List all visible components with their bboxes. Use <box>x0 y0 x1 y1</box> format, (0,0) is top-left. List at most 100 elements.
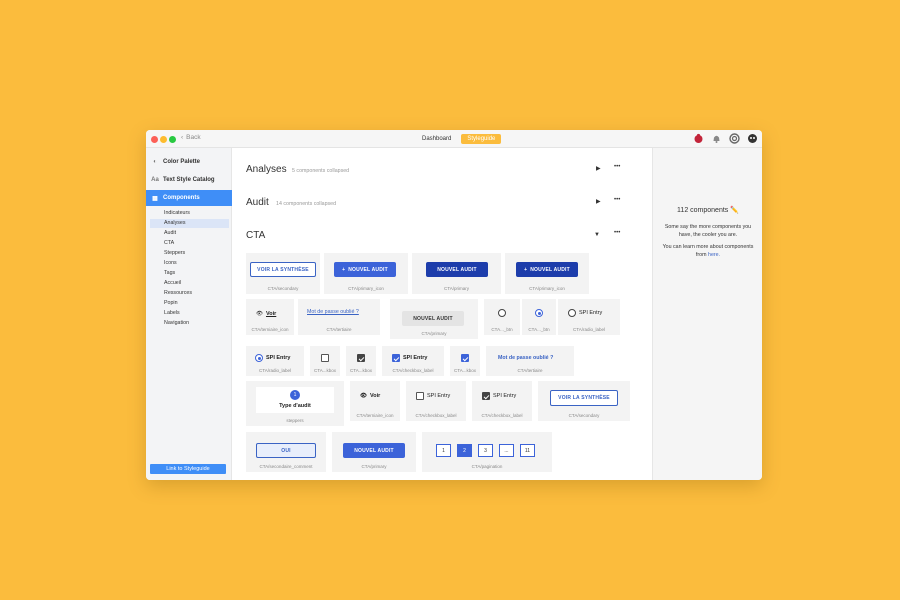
checkbox-label[interactable]: SPI Entry <box>482 392 516 400</box>
component-caption: CTA/primary <box>421 331 447 336</box>
stepper: 1 Type d'audit <box>256 387 334 413</box>
sidebar-item-text-style-catalog[interactable]: Aa Text Style Catalog <box>146 172 232 188</box>
section-title-audit[interactable]: Audit <box>246 197 269 208</box>
radio-label[interactable]: SPI Entry <box>568 309 602 317</box>
pagination-page[interactable]: 3 <box>478 444 493 457</box>
component-card: CTA..._btn <box>522 299 556 335</box>
forgot-password-link[interactable]: Mot de passe oublié ? <box>498 355 553 361</box>
close-window-button[interactable] <box>151 136 158 143</box>
component-card: Mot de passe oublié ? CTA/tertiaire <box>298 299 380 335</box>
checkbox[interactable] <box>321 354 329 362</box>
checkbox-checked[interactable] <box>357 354 365 362</box>
component-card: CTA...kbox <box>310 346 340 376</box>
sidebar-subitem-steppers[interactable]: Steppers <box>150 249 229 258</box>
radio-label[interactable]: SPI Entry <box>255 354 290 362</box>
minimize-window-button[interactable] <box>160 136 167 143</box>
sidebar-subitem-ressources[interactable]: Ressources <box>150 289 229 298</box>
voir-la-synthese-button[interactable]: VOIR LA SYNTHÈSE <box>250 262 316 277</box>
nouvel-audit-button[interactable]: NOUVEL AUDIT <box>343 443 405 458</box>
section-subtitle-audit: 14 components collapsed <box>276 201 337 207</box>
sidebar-subitem-audit[interactable]: Audit <box>150 229 229 238</box>
component-caption: CTA/tertiaire <box>326 327 352 332</box>
more-icon[interactable]: ••• <box>614 197 620 203</box>
component-caption: CTA/radio_label <box>259 368 291 373</box>
component-card: CTA...kbox <box>450 346 480 376</box>
voir-button[interactable]: 👁 Voir <box>256 311 276 317</box>
eye-icon: 👁 <box>256 311 263 317</box>
sidebar-subitem-tags[interactable]: Tags <box>150 269 229 278</box>
play-icon[interactable]: ▶ <box>596 198 601 205</box>
component-card: 1 Type d'audit steppers <box>246 381 344 426</box>
component-caption: CTA/secondary <box>267 286 299 291</box>
stepper-step-number[interactable]: 1 <box>290 390 300 400</box>
component-card: SPI Entry CTA/radio_label <box>246 346 304 376</box>
tab-dashboard[interactable]: Dashboard <box>416 134 457 144</box>
voir-button[interactable]: 👁 Voir <box>360 393 380 399</box>
component-caption: CTA/primary <box>361 464 387 469</box>
nouvel-audit-button[interactable]: NOUVEL AUDIT <box>402 311 464 326</box>
component-card: OUI CTA/secondaire_comment <box>246 432 326 472</box>
component-caption: CTA/secondaire_comment <box>259 464 313 469</box>
play-icon[interactable]: ▶ <box>596 165 601 172</box>
maximize-window-button[interactable] <box>169 136 176 143</box>
app-window: ‹ Back Dashboard Styleguide ◐ Color Palett… <box>146 130 762 480</box>
forgot-password-link[interactable]: Mot de passe oublié ? <box>307 309 359 315</box>
sidebar-subitem-icons[interactable]: Icons <box>150 259 229 268</box>
sidebar-subitem-cta[interactable]: CTA <box>150 239 229 248</box>
palette-icon: ◐ <box>153 159 157 165</box>
checkbox-checked[interactable] <box>392 354 400 362</box>
more-icon[interactable]: ••• <box>614 230 620 236</box>
checkbox-checked[interactable] <box>482 392 490 400</box>
pagination-page[interactable]: 1 <box>436 444 451 457</box>
sidebar-subitem-popin[interactable]: Popin <box>150 299 229 308</box>
section-subtitle-analyses: 5 components collapsed <box>292 168 350 174</box>
learn-more-link[interactable]: here. <box>708 252 720 258</box>
component-caption: CTA/tertiaire <box>517 368 543 373</box>
nouvel-audit-button[interactable]: + NOUVEL AUDIT <box>334 262 396 277</box>
component-card: Mot de passe oublié ? CTA/tertiaire <box>486 346 574 376</box>
sidebar-subitem-indicateurs[interactable]: Indicateurs <box>150 209 229 218</box>
sidebar-subitem-navigation[interactable]: Navigation <box>150 319 229 328</box>
avatar-icon[interactable] <box>747 133 758 144</box>
nouvel-audit-button[interactable]: NOUVEL AUDIT <box>426 262 488 277</box>
more-icon[interactable]: ••• <box>614 164 620 170</box>
sidebar-item-color-palette[interactable]: ◐ Color Palette <box>146 154 232 170</box>
checkbox-checked[interactable] <box>461 354 469 362</box>
link-to-styleguide-button[interactable]: Link to Styleguide <box>150 464 226 474</box>
component-card: + NOUVEL AUDIT CTA/primary_icon <box>505 253 589 294</box>
radio-button-selected[interactable] <box>255 354 263 362</box>
radio-button[interactable] <box>498 309 506 317</box>
title-bar: ‹ Back Dashboard Styleguide <box>146 130 762 148</box>
sidebar-subitem-accueil[interactable]: Accueil <box>150 279 229 288</box>
pagination-page[interactable]: 11 <box>520 444 535 457</box>
section-title-cta[interactable]: CTA <box>246 230 265 241</box>
component-caption: CTA/checkbox_label <box>392 368 434 373</box>
sidebar-subitem-analyses[interactable]: Analyses <box>150 219 229 228</box>
bell-icon[interactable] <box>711 133 722 144</box>
component-caption: CTA/checkbox_label <box>481 413 523 418</box>
checkbox[interactable] <box>416 392 424 400</box>
sidebar-item-components[interactable]: ▦ Components <box>146 190 232 206</box>
expanded-icon[interactable]: ▼ <box>594 232 600 238</box>
oui-button[interactable]: OUI <box>256 443 316 458</box>
component-card: CTA...kbox <box>346 346 376 376</box>
back-button[interactable]: ‹ Back <box>181 134 201 141</box>
component-card: 👁 Voir CTA/terniaire_icon <box>350 381 400 421</box>
radio-button-selected[interactable] <box>535 309 543 317</box>
pagination-ellipsis[interactable]: ... <box>499 444 514 457</box>
bug-icon[interactable] <box>693 133 704 144</box>
nouvel-audit-button[interactable]: + NOUVEL AUDIT <box>516 262 578 277</box>
help-icon[interactable] <box>729 133 740 144</box>
sidebar-subitem-labels[interactable]: Labels <box>150 309 229 318</box>
checkbox-label[interactable]: SPI Entry <box>416 392 450 400</box>
radio-button[interactable] <box>568 309 576 317</box>
component-caption: CTA/primary <box>444 286 469 291</box>
component-caption: CTA...kbox <box>454 368 476 373</box>
component-caption: CTA..._btn <box>528 327 550 332</box>
pagination-page-current[interactable]: 2 <box>457 444 472 457</box>
section-title-analyses[interactable]: Analyses <box>246 164 287 175</box>
plus-icon: + <box>342 266 346 273</box>
tab-styleguide[interactable]: Styleguide <box>461 134 502 144</box>
voir-la-synthese-button[interactable]: VOIR LA SYNTHÈSE <box>550 390 618 406</box>
checkbox-label[interactable]: SPI Entry <box>392 354 427 362</box>
